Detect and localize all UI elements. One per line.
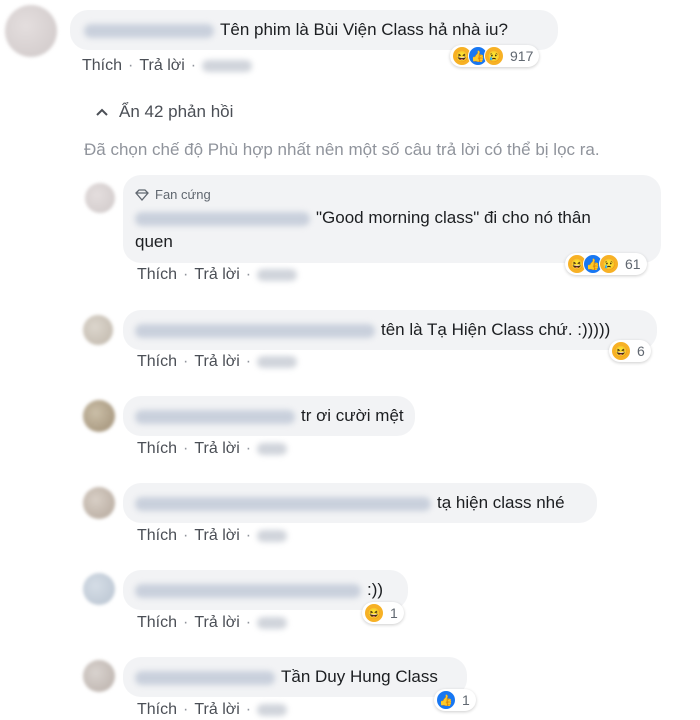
chevron-up-icon (96, 108, 108, 116)
comment-text: tạ hiện class nhé (437, 493, 565, 512)
fan-badge-label: Fan cứng (155, 187, 211, 202)
reaction-count: 1 (462, 692, 470, 708)
comment-text: "Good morning class" đi cho nó thân (316, 208, 591, 227)
reply-button[interactable]: Trả lời (194, 614, 239, 631)
comment-actions: Thích · Trả lời · (137, 440, 288, 458)
comment-actions: Thích · Trả lời · (137, 527, 288, 545)
reply-button[interactable]: Trả lời (194, 527, 239, 544)
timestamp[interactable] (257, 355, 298, 368)
haha-reaction-icon: 😆 (611, 341, 631, 361)
like-button[interactable]: Thích (137, 701, 177, 718)
fan-badge[interactable]: Fan cứng (135, 183, 211, 207)
commenter-name[interactable] (135, 496, 431, 511)
reaction-summary[interactable]: 😆 6 (609, 340, 651, 362)
like-reaction-icon: 👍 (436, 690, 456, 710)
reply-button[interactable]: Trả lời (194, 440, 239, 457)
sad-reaction-icon: 😢 (484, 46, 504, 66)
comment-text: tên là Tạ Hiện Class chứ. :))))) (381, 320, 611, 339)
commenter-name[interactable] (135, 211, 310, 226)
reply-button[interactable]: Trả lời (194, 701, 239, 718)
comment-bubble: Tên phim là Bùi Viện Class hả nhà iu? (70, 10, 558, 50)
timestamp[interactable] (257, 616, 288, 629)
commenter-name[interactable] (135, 323, 375, 338)
avatar[interactable] (83, 315, 113, 345)
timestamp[interactable] (257, 703, 288, 716)
comment-bubble: Fan cứng "Good morning class" đi cho nó … (123, 175, 661, 263)
timestamp[interactable] (257, 529, 288, 542)
timestamp[interactable] (257, 268, 298, 281)
commenter-name[interactable] (84, 23, 214, 38)
avatar[interactable] (83, 400, 115, 432)
timestamp[interactable] (257, 442, 288, 455)
like-button[interactable]: Thích (137, 266, 177, 283)
reaction-count: 6 (637, 343, 645, 359)
like-button[interactable]: Thích (137, 440, 177, 457)
comment-text-continued: quen (135, 232, 173, 251)
avatar[interactable] (85, 183, 115, 213)
reply-button[interactable]: Trả lời (194, 266, 239, 283)
comment-text: Tần Duy Hung Class (281, 667, 438, 686)
like-button[interactable]: Thích (82, 57, 122, 74)
timestamp[interactable] (202, 59, 253, 72)
reaction-count: 61 (625, 256, 641, 272)
commenter-name[interactable] (135, 409, 295, 424)
like-button[interactable]: Thích (137, 353, 177, 370)
comment-actions: Thích · Trả lời · (82, 57, 253, 75)
commenter-name[interactable] (135, 583, 361, 598)
filter-notice: Đã chọn chế độ Phù hợp nhất nên một số c… (84, 140, 600, 159)
reaction-summary[interactable]: 👍 1 (434, 689, 476, 711)
reaction-summary[interactable]: 😆 👍 😢 917 (450, 45, 540, 67)
comment-bubble: tên là Tạ Hiện Class chứ. :))))) (123, 310, 657, 350)
avatar[interactable] (83, 660, 115, 692)
avatar[interactable] (83, 573, 115, 605)
reaction-summary[interactable]: 😆 1 (362, 602, 404, 624)
comment-bubble: Tần Duy Hung Class (123, 657, 467, 697)
reaction-count: 1 (390, 605, 398, 621)
hide-replies-link[interactable]: Ẩn 42 phản hồi (95, 102, 233, 122)
comment-text: tr ơi cười mệt (301, 406, 404, 425)
comment-actions: Thích · Trả lời · (137, 353, 298, 371)
like-button[interactable]: Thích (137, 614, 177, 631)
comment-text: :)) (367, 580, 384, 599)
sad-reaction-icon: 😢 (599, 254, 619, 274)
like-button[interactable]: Thích (137, 527, 177, 544)
reaction-count: 917 (510, 48, 534, 64)
comment-actions: Thích · Trả lời · (137, 701, 288, 719)
comment-actions: Thích · Trả lời · (137, 614, 288, 632)
reaction-summary[interactable]: 😆 👍 😢 61 (565, 253, 647, 275)
commenter-name[interactable] (135, 670, 275, 685)
haha-reaction-icon: 😆 (364, 603, 384, 623)
reply-button[interactable]: Trả lời (139, 57, 184, 74)
comment-bubble: tạ hiện class nhé (123, 483, 597, 523)
comment-actions: Thích · Trả lời · (137, 266, 298, 284)
comment-bubble: tr ơi cười mệt (123, 396, 415, 436)
reply-button[interactable]: Trả lời (194, 353, 239, 370)
avatar[interactable] (5, 5, 57, 57)
avatar[interactable] (83, 487, 115, 519)
diamond-icon (135, 189, 149, 201)
hide-replies-label: Ẩn 42 phản hồi (119, 102, 234, 121)
comment-text: Tên phim là Bùi Viện Class hả nhà iu? (220, 20, 508, 39)
